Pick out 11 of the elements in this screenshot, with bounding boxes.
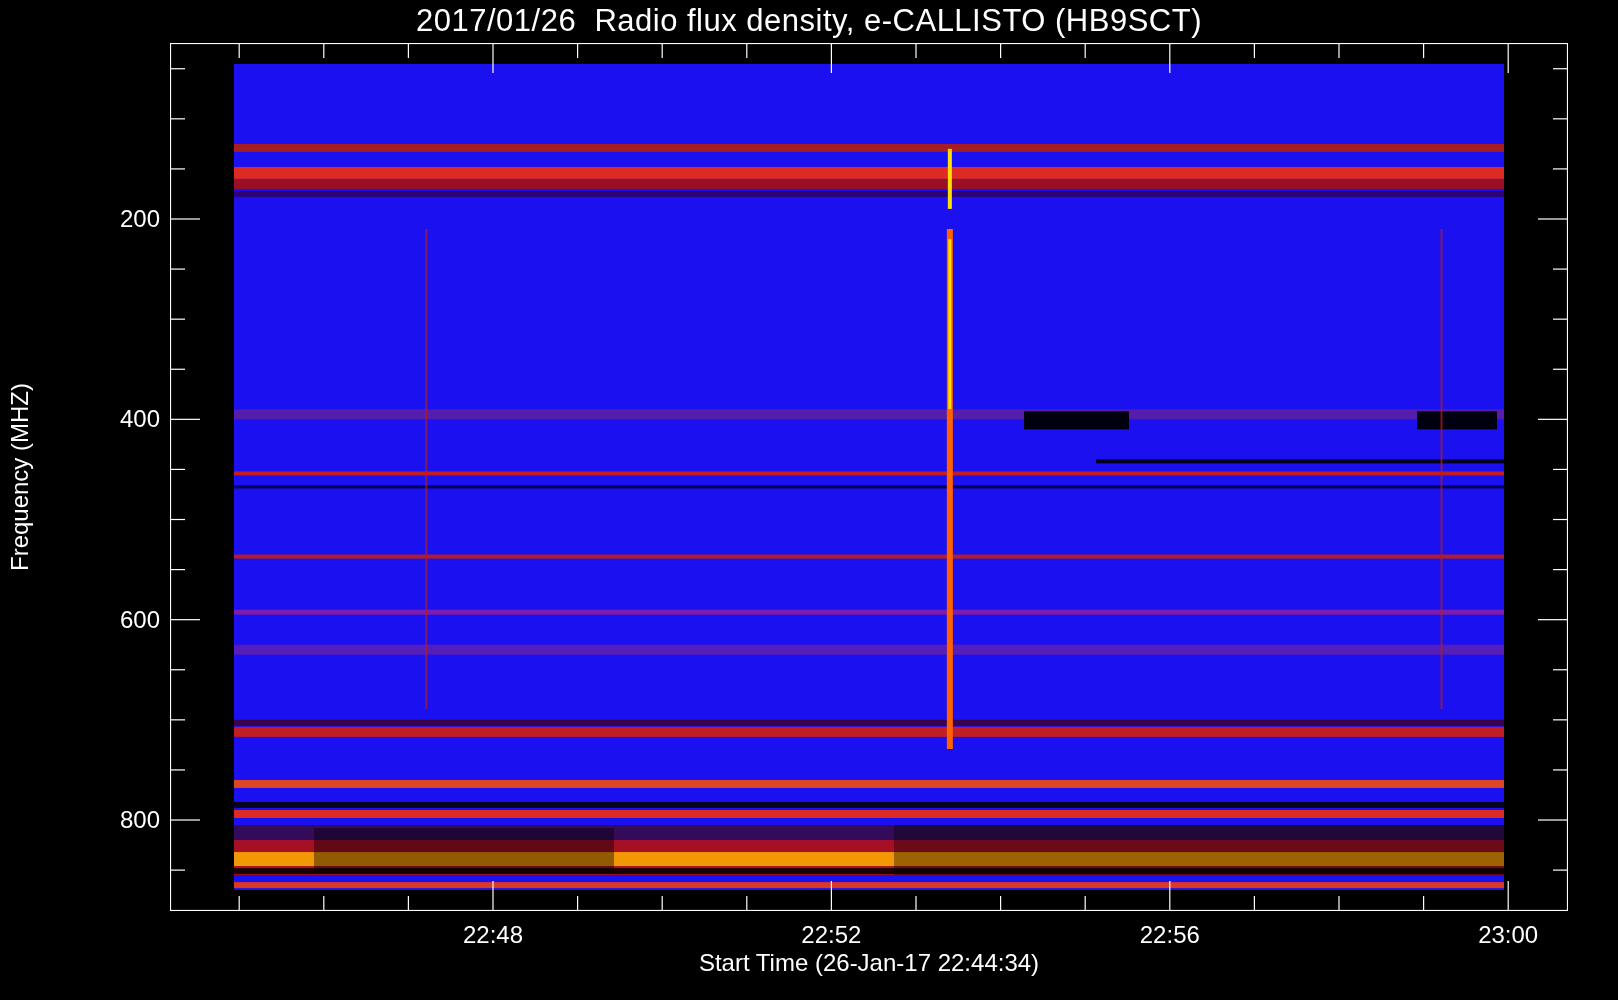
y-tick-label: 400 [119,405,160,434]
x-tick-label: 22:56 [1139,921,1200,949]
x-tick-label: 23:00 [1478,921,1539,949]
y-tick-label: 800 [119,805,160,834]
y-axis-title: Frequency (MHZ) [6,382,34,573]
x-tick-label: 22:52 [801,921,862,949]
x-axis-title: Start Time (26-Jan-17 22:44:34) [698,949,1040,977]
y-tick-label: 600 [119,605,160,634]
y-tick-label: 200 [119,205,160,233]
x-tick-label: 22:48 [462,921,524,949]
chart-title: 2017/01/26 Radio flux density, e-CALLISTO (HB9SCT) [416,2,1202,40]
